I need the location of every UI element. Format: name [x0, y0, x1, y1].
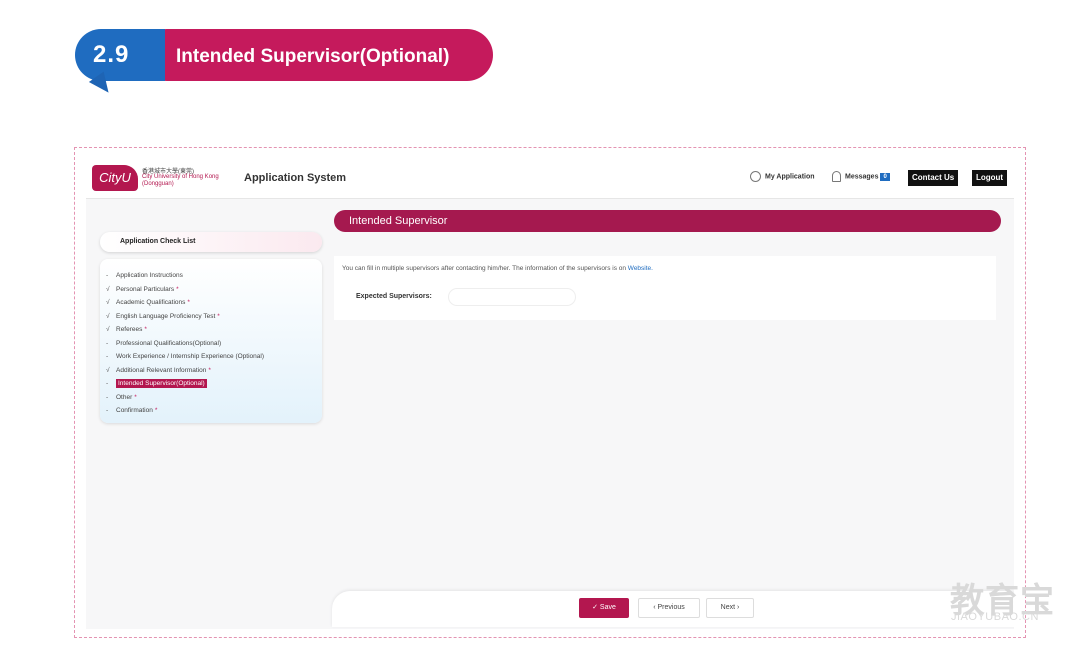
messages-label: Messages: [845, 173, 879, 181]
chevron-right-icon: ›: [735, 604, 740, 611]
panel-title: Intended Supervisor: [334, 210, 1001, 232]
status-mark: -: [106, 353, 109, 360]
section-badge: Intended Supervisor(Optional) 2.9: [75, 29, 493, 93]
logo-english-name: City University of Hong Kong (Dongguan): [142, 174, 219, 187]
website-link[interactable]: Website.: [628, 265, 653, 272]
next-button[interactable]: Next ›: [706, 598, 754, 618]
checklist-item-work-experience[interactable]: - Work Experience / Internship Experience…: [106, 350, 322, 364]
status-mark: -: [106, 339, 109, 347]
messages-link[interactable]: Messages 0: [832, 171, 890, 182]
checklist-item-confirmation[interactable]: - Confirmation *: [106, 404, 322, 418]
checklist-item-personal-particulars[interactable]: √ Personal Particulars *: [106, 283, 322, 297]
checklist-item-professional-qualifications[interactable]: - Professional Qualifications(Optional): [106, 337, 322, 351]
section-number: 2.9: [75, 29, 165, 81]
my-application-label: My Application: [765, 173, 815, 181]
checklist-item-referees[interactable]: √ Referees *: [106, 323, 322, 337]
top-bar: CityU 香港城市大學(東莞) City University of Hong…: [86, 157, 1014, 199]
contact-us-button[interactable]: Contact Us: [908, 170, 959, 186]
check-icon: √: [106, 326, 110, 333]
info-text: You can fill in multiple supervisors aft…: [342, 265, 653, 272]
checklist-item-english-test[interactable]: √ English Language Proficiency Test *: [106, 310, 322, 324]
expected-supervisors-label: Expected Supervisors:: [356, 293, 432, 300]
logout-button[interactable]: Logout: [972, 170, 1008, 186]
check-icon: √: [106, 285, 110, 293]
checklist-item-intended-supervisor[interactable]: - Intended Supervisor(Optional): [106, 377, 322, 391]
expected-supervisors-input[interactable]: [448, 288, 576, 306]
watermark-english: JIAOYUBAO.CN: [951, 611, 1039, 623]
previous-button[interactable]: ‹ Previous: [638, 598, 700, 618]
bell-icon: [832, 171, 841, 182]
checklist-title: Application Check List: [100, 232, 322, 252]
status-mark: -: [106, 393, 109, 401]
cityu-logo[interactable]: CityU: [92, 165, 138, 191]
check-icon: ✓: [592, 604, 600, 611]
save-button[interactable]: ✓ Save: [579, 598, 629, 618]
section-title: Intended Supervisor(Optional): [141, 29, 493, 81]
check-icon: √: [106, 299, 110, 306]
check-icon: √: [106, 312, 110, 320]
check-icon: √: [106, 366, 110, 374]
system-title: Application System: [244, 172, 347, 184]
checklist: - Application Instructions √ Personal Part…: [100, 259, 322, 423]
checklist-item-other[interactable]: - Other *: [106, 391, 322, 405]
checklist-item-application-instructions[interactable]: - Application Instructions: [106, 269, 322, 283]
status-mark: -: [106, 407, 109, 414]
message-count-badge: 0: [880, 172, 890, 181]
checklist-item-academic-qualifications[interactable]: √ Academic Qualifications *: [106, 296, 322, 310]
status-mark: -: [106, 272, 109, 279]
status-mark: -: [106, 380, 109, 387]
checklist-item-additional-info[interactable]: √ Additional Relevant Information *: [106, 364, 322, 378]
user-icon: [750, 171, 761, 182]
app-screenshot: CityU 香港城市大學(東莞) City University of Hong…: [86, 157, 1014, 629]
my-application-link[interactable]: My Application: [750, 171, 815, 182]
